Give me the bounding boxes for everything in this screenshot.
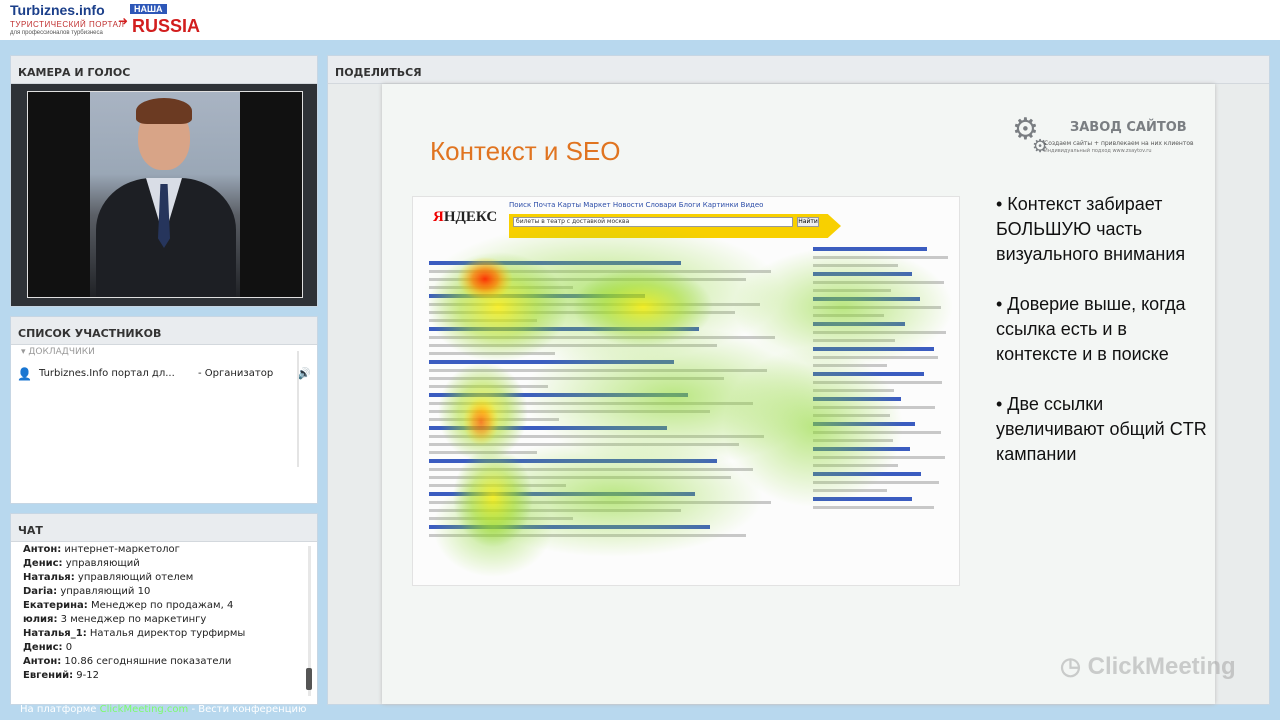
company-name: ЗАВОД САЙТОВ [1070, 120, 1187, 135]
chat-author: Евгений: [23, 670, 74, 681]
presenter-hair [136, 98, 192, 124]
participant-name: Turbiznes.Info портал дл... [39, 368, 175, 379]
chat-author: Антон: [23, 656, 62, 667]
chat-message: юлия: 3 менеджер по маркетингу [23, 614, 305, 628]
camera-panel: КАМЕРА И ГОЛОС [10, 55, 318, 307]
chat-author: Наталья: [23, 572, 75, 583]
bullet-item: • Контекст забирает БОЛЬШУЮ часть визуал… [996, 194, 1186, 264]
company-tagline: Создаем сайты + привлекаем на них клиент… [1044, 140, 1194, 147]
camera-area [11, 84, 317, 306]
search-results-heatmap: ЯНДЕКС Поиск Почта Карты Маркет Новости … [412, 196, 960, 586]
chat-text: управляющий 10 [60, 586, 151, 597]
chat-message: Денис: управляющий [23, 558, 305, 572]
bullet-item: • Доверие выше, когда ссылка есть и в ко… [996, 294, 1186, 364]
partner-main-label: RUSSIA [132, 16, 201, 36]
logo-tagline: ТУРИСТИЧЕСКИЙ ПОРТАЛ [10, 20, 125, 29]
bullet-item: • Две ссылки увеличивают общий CTR кампа… [996, 394, 1207, 464]
chat-text: интернет-маркетолог [64, 544, 180, 555]
clickmeeting-link[interactable]: ClickMeeting.com [100, 704, 189, 715]
turbiznes-logo[interactable]: Turbiznes.info ТУРИСТИЧЕСКИЙ ПОРТАЛ для … [8, 2, 208, 38]
chat-text: управляющий отелем [77, 572, 194, 583]
speakers-group-label[interactable]: ▾ ДОКЛАДЧИКИ [21, 347, 95, 357]
partner-top-label: НАША [130, 4, 167, 14]
video-frame[interactable] [27, 91, 303, 298]
watermark-text: ClickMeeting [1087, 653, 1236, 680]
logo-site-name: Turbiznes.info [10, 2, 105, 18]
zavod-saytov-logo: ⚙ ⚙ ЗАВОД САЙТОВ Создаем сайты + привлек… [1012, 112, 1212, 162]
chat-author: Daria: [23, 586, 58, 597]
speaker-volume-icon[interactable]: 🔊 [297, 367, 311, 380]
chat-message: Денис: 0 [23, 642, 305, 656]
slide-title: Контекст и SEO [430, 136, 621, 166]
chat-message: Антон: 10.86 сегодняшние показатели [23, 656, 305, 670]
shared-content-area: Контекст и SEO ⚙ ⚙ ЗАВОД САЙТОВ Создаем … [328, 84, 1269, 704]
chat-messages: Антон: интернет-маркетолог Денис: управл… [23, 544, 305, 684]
chat-panel: ЧАТ Антон: интернет-маркетолог Денис: уп… [10, 513, 318, 705]
logo-sub-tagline: для профессионалов турбизнеса [10, 30, 103, 36]
clickmeeting-watermark: ◷ ClickMeeting [1060, 653, 1236, 680]
user-icon: 👤 [17, 367, 32, 381]
footer-bar: На платформе ClickMeeting.com - Вести ко… [20, 704, 306, 715]
chat-text: 0 [65, 642, 73, 653]
chat-scrollbar-thumb[interactable] [306, 668, 312, 690]
top-banner: Turbiznes.info ТУРИСТИЧЕСКИЙ ПОРТАЛ для … [0, 0, 1280, 40]
chat-text: управляющий [65, 558, 140, 569]
chat-text: 3 менеджер по маркетингу [60, 614, 207, 625]
chat-author: Денис: [23, 642, 63, 653]
chat-author: Денис: [23, 558, 63, 569]
chat-panel-title: ЧАТ [11, 514, 317, 542]
chat-author: Антон: [23, 544, 62, 555]
chat-author: Екатерина: [23, 600, 88, 611]
chat-text: 9-12 [76, 670, 99, 681]
chat-message: Евгений: 9-12 [23, 670, 305, 684]
footer-prefix: На платформе [20, 704, 100, 715]
presenter-video [90, 92, 240, 297]
chat-message: Наталья: управляющий отелем [23, 572, 305, 586]
chat-text: Менеджер по продажам, 4 [90, 600, 234, 611]
chat-author: Наталья_1: [23, 628, 87, 639]
camera-panel-title: КАМЕРА И ГОЛОС [11, 56, 317, 84]
chat-message: Daria: управляющий 10 [23, 586, 305, 600]
arrow-icon: ➜ [118, 14, 129, 28]
participant-role: - Организатор [198, 368, 274, 379]
chat-message: Екатерина: Менеджер по продажам, 4 [23, 600, 305, 614]
chat-text: Наталья директор турфирмы [89, 628, 246, 639]
chat-author: юлия: [23, 614, 58, 625]
eye-tracking-heatmap [423, 222, 953, 577]
chat-message: Антон: интернет-маркетолог [23, 544, 305, 558]
participants-panel: СПИСОК УЧАСТНИКОВ ▾ ДОКЛАДЧИКИ 👤 Turbizn… [10, 316, 318, 504]
company-tagline-secondary: Индивидуальный подход www.zsaytov.ru [1044, 148, 1152, 154]
chat-message: Наталья_1: Наталья директор турфирмы [23, 628, 305, 642]
participant-row[interactable]: 👤 Turbiznes.Info портал дл... - Организа… [17, 367, 313, 383]
presentation-slide: Контекст и SEO ⚙ ⚙ ЗАВОД САЙТОВ Создаем … [382, 84, 1236, 704]
chat-text: 10.86 сегодняшние показатели [64, 656, 232, 667]
participants-scrollbar[interactable] [297, 351, 299, 467]
footer-suffix: - Вести конференцию [188, 704, 307, 715]
share-panel: ПОДЕЛИТЬСЯ Контекст и SEO ⚙ ⚙ ЗАВОД САЙТ… [327, 55, 1270, 705]
participants-panel-title: СПИСОК УЧАСТНИКОВ [11, 317, 317, 345]
share-panel-title: ПОДЕЛИТЬСЯ [328, 56, 1269, 84]
slide-bullets: • Контекст забирает БОЛЬШУЮ часть визуал… [996, 192, 1211, 492]
